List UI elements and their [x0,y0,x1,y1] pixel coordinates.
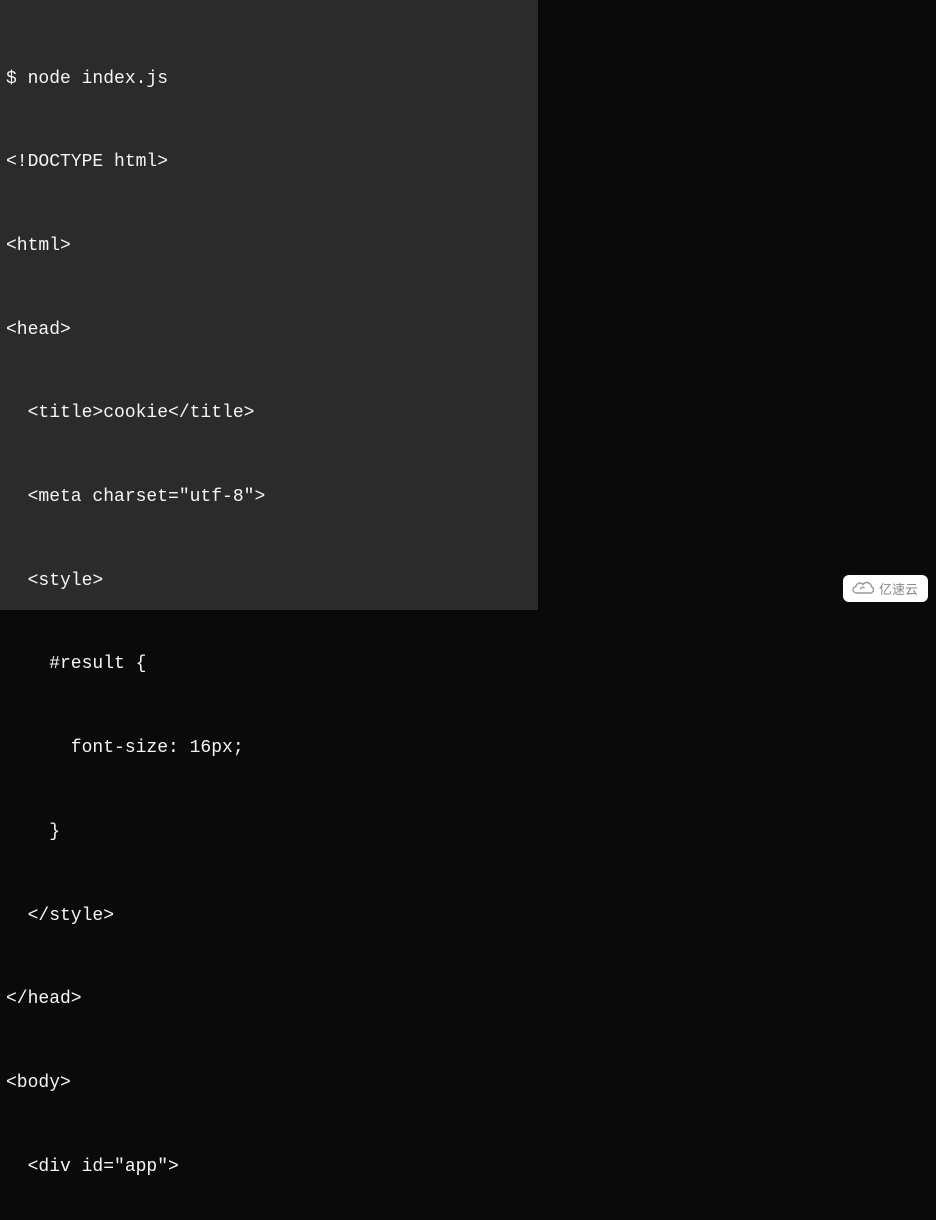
terminal-line: <head> [6,317,532,345]
watermark-text: 亿速云 [879,579,918,598]
terminal-line: <html> [6,233,532,261]
watermark-badge: 亿速云 [843,575,928,602]
terminal-line: <div id="app"> [6,1154,532,1182]
cloud-icon [851,581,875,597]
terminal-output: $ node index.js <!DOCTYPE html> <html> <… [0,0,538,610]
terminal-line: <title>cookie</title> [6,400,532,428]
terminal-line: font-size: 16px; [6,735,532,763]
terminal-line: #result { [6,651,532,679]
terminal-line: <style> [6,568,532,596]
terminal-line: </style> [6,903,532,931]
right-panel [538,0,936,610]
terminal-line: $ node index.js [6,66,532,94]
terminal-line: </head> [6,986,532,1014]
terminal-line: <body> [6,1070,532,1098]
terminal-line: <meta charset="utf-8"> [6,484,532,512]
terminal-line: } [6,819,532,847]
terminal-line: <!DOCTYPE html> [6,149,532,177]
